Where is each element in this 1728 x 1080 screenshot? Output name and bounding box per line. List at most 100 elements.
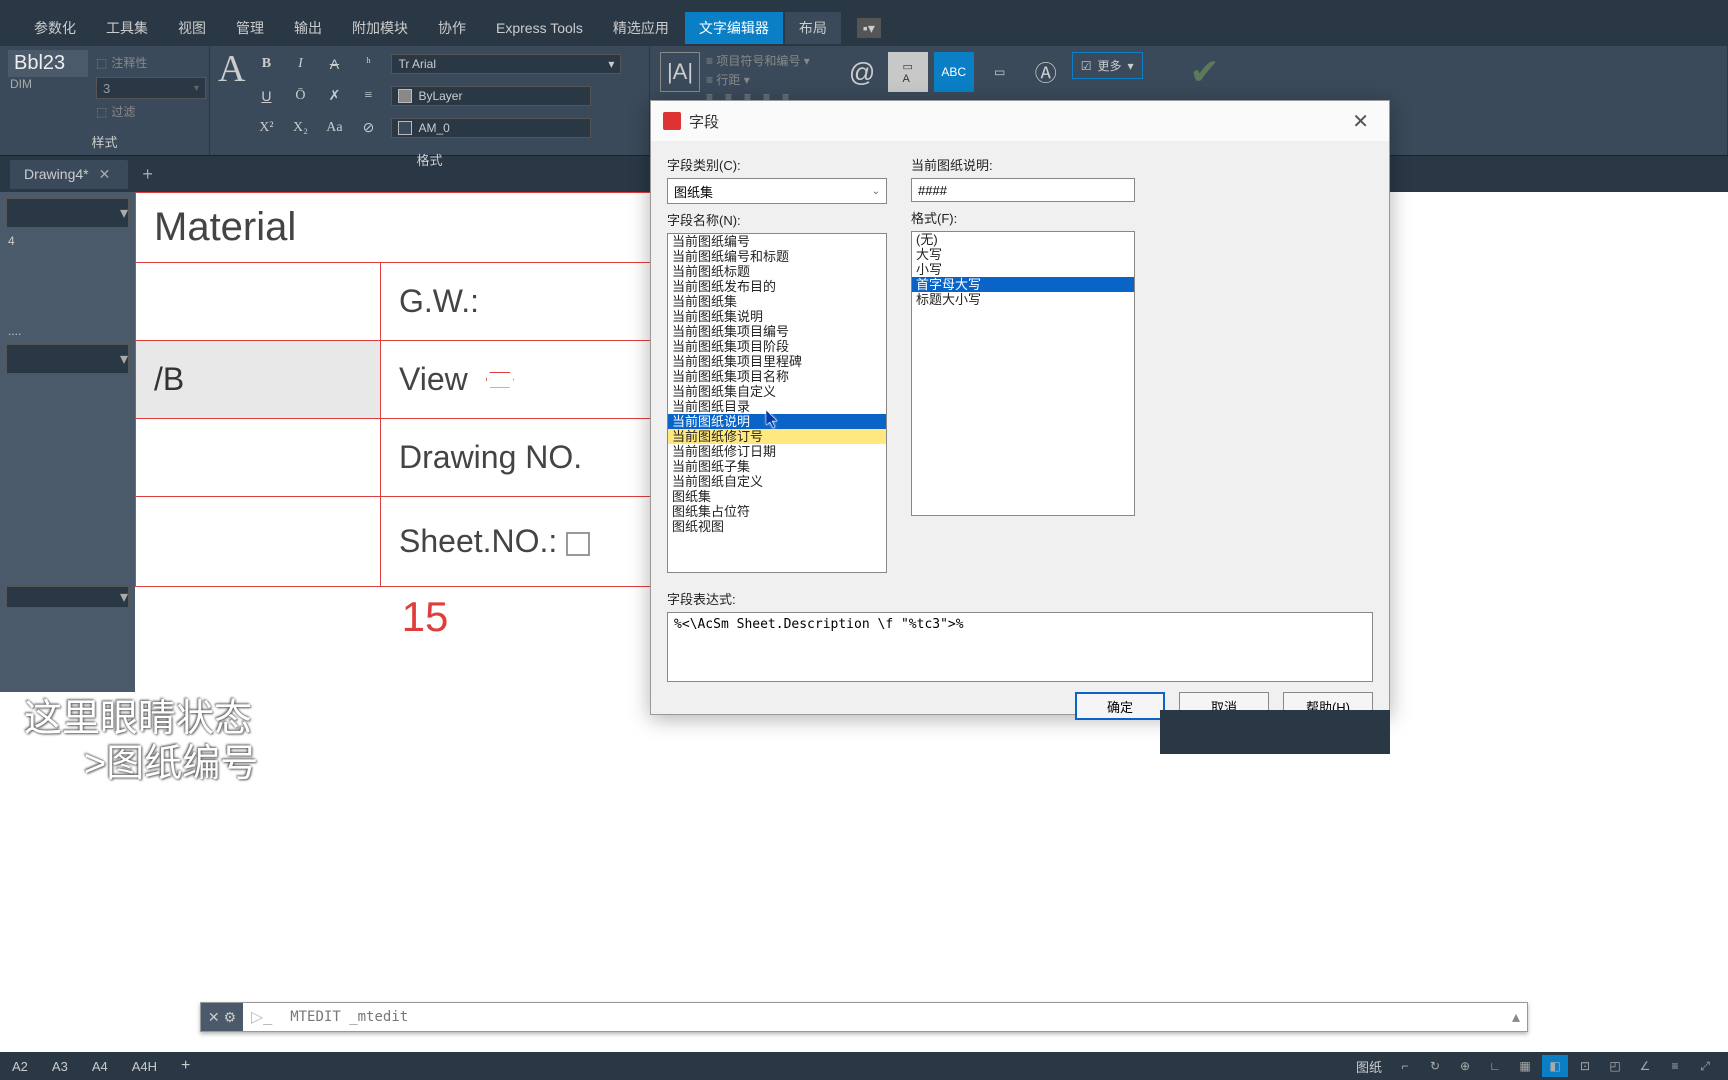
findreplace-icon[interactable]: Ⓐ bbox=[1026, 52, 1066, 92]
list-item[interactable]: 当前图纸集说明 bbox=[668, 309, 886, 324]
more-button[interactable]: ☑更多▾ bbox=[1072, 52, 1143, 79]
list-item[interactable]: 图纸集占位符 bbox=[668, 504, 886, 519]
close-editor-icon[interactable]: ✔ bbox=[1185, 52, 1225, 92]
ribbon-tab[interactable]: 视图 bbox=[164, 12, 220, 44]
field-icon[interactable]: ▭A bbox=[888, 52, 928, 92]
list-item[interactable]: 当前图纸集自定义 bbox=[668, 384, 886, 399]
field-name-listbox[interactable]: 当前图纸编号当前图纸编号和标题当前图纸标题当前图纸发布目的当前图纸集当前图纸集说… bbox=[667, 233, 887, 573]
status-paper-label[interactable]: 图纸 bbox=[1350, 1057, 1388, 1076]
text-style-name[interactable]: Bbl23 bbox=[8, 50, 88, 77]
cmdline-handle[interactable]: ✕ ⚙ bbox=[201, 1003, 243, 1031]
add-layout-button[interactable]: + bbox=[169, 1053, 202, 1079]
format-listbox[interactable]: (无)大写小写首字母大写标题大小写 bbox=[911, 231, 1135, 516]
symbol-at-icon[interactable]: @ bbox=[842, 52, 882, 92]
status-lineweight-icon[interactable]: ≡ bbox=[1662, 1055, 1688, 1077]
list-item[interactable]: 标题大小写 bbox=[912, 292, 1134, 307]
case-button[interactable]: ʰ bbox=[357, 53, 379, 75]
overline-button[interactable]: Ō bbox=[289, 85, 311, 107]
status-otrack-icon[interactable]: ∠ bbox=[1632, 1055, 1658, 1077]
style-filter[interactable]: ⬚过滤 bbox=[96, 103, 206, 120]
status-ucs-icon[interactable]: ⌐ bbox=[1392, 1055, 1418, 1077]
status-scale-icon[interactable]: ⤢ bbox=[1692, 1055, 1718, 1077]
ribbon-tab[interactable]: 布局 bbox=[785, 12, 841, 44]
cmdline-close-icon[interactable]: ✕ bbox=[208, 1009, 220, 1026]
status-ortho-icon[interactable]: ◧ bbox=[1542, 1055, 1568, 1077]
list-item[interactable]: 大写 bbox=[912, 247, 1134, 262]
new-tab-button[interactable]: + bbox=[128, 164, 167, 185]
layer-select[interactable]: AM_0 bbox=[391, 118, 591, 138]
ok-button[interactable]: 确定 bbox=[1075, 692, 1165, 720]
aa-button[interactable]: Aa bbox=[323, 117, 345, 139]
ribbon-tab[interactable]: 文字编辑器 bbox=[685, 12, 783, 44]
list-item[interactable]: 当前图纸集项目编号 bbox=[668, 324, 886, 339]
layout-tab[interactable]: A2 bbox=[0, 1055, 40, 1078]
justify-icon[interactable]: |A| bbox=[660, 52, 700, 92]
list-item[interactable]: 图纸集 bbox=[668, 489, 886, 504]
status-grid-icon[interactable]: ▦ bbox=[1512, 1055, 1538, 1077]
close-icon[interactable]: ✕ bbox=[99, 166, 111, 183]
spellcheck-icon[interactable]: ABC bbox=[934, 52, 974, 92]
status-polar-icon[interactable]: ⊡ bbox=[1572, 1055, 1598, 1077]
cmdline-history-icon[interactable]: ▴ bbox=[1505, 1007, 1527, 1027]
list-item[interactable]: 首字母大写 bbox=[912, 277, 1134, 292]
command-line[interactable]: ✕ ⚙ ▷_ MTEDIT _mtedit ▴ bbox=[200, 1002, 1528, 1032]
status-dyn-icon[interactable]: ⊕ bbox=[1452, 1055, 1478, 1077]
list-item[interactable]: 当前图纸集项目里程碑 bbox=[668, 354, 886, 369]
list-item[interactable]: 图纸视图 bbox=[668, 519, 886, 534]
list-item[interactable]: 当前图纸编号和标题 bbox=[668, 249, 886, 264]
subscript-button[interactable]: X₂ bbox=[289, 117, 311, 139]
linespace-button[interactable]: ≡ 行距 ▾ bbox=[706, 71, 810, 88]
status-snap-icon[interactable]: ∟ bbox=[1482, 1055, 1508, 1077]
clear2-button[interactable]: ⊘ bbox=[357, 117, 379, 139]
color-select[interactable]: ByLayer bbox=[391, 86, 591, 106]
clear-button[interactable]: ✗ bbox=[323, 85, 345, 107]
stack-button[interactable]: ≡ bbox=[357, 85, 379, 107]
ribbon-overflow-icon[interactable]: ▪▾ bbox=[843, 14, 895, 43]
bold-button[interactable]: B bbox=[255, 53, 277, 75]
ribbon-tab[interactable]: 输出 bbox=[280, 12, 336, 44]
layout-tab[interactable]: A3 bbox=[40, 1055, 80, 1078]
ribbon-tab[interactable]: 精选应用 bbox=[599, 12, 683, 44]
list-item[interactable]: (无) bbox=[912, 232, 1134, 247]
ribbon-tab[interactable]: 工具集 bbox=[92, 12, 162, 44]
list-item[interactable]: 当前图纸修订号 bbox=[668, 429, 886, 444]
list-item[interactable]: 当前图纸修订日期 bbox=[668, 444, 886, 459]
bullets-button[interactable]: ≡ 项目符号和编号 ▾ bbox=[706, 52, 810, 69]
layout-tab[interactable]: A4H bbox=[120, 1055, 169, 1078]
list-item[interactable]: 当前图纸标题 bbox=[668, 264, 886, 279]
list-item[interactable]: 当前图纸集项目阶段 bbox=[668, 339, 886, 354]
list-item[interactable]: 小写 bbox=[912, 262, 1134, 277]
current-desc-input[interactable] bbox=[911, 178, 1135, 202]
main-menubar[interactable] bbox=[0, 0, 1728, 10]
text-height-combo[interactable]: 3▾ bbox=[96, 77, 206, 99]
ribbon-tab[interactable]: 附加模块 bbox=[338, 12, 422, 44]
dictionary-icon[interactable]: ▭ bbox=[980, 52, 1020, 92]
superscript-button[interactable]: X² bbox=[255, 117, 277, 139]
field-category-combo[interactable]: 图纸集⌄ bbox=[667, 178, 887, 204]
list-item[interactable]: 当前图纸子集 bbox=[668, 459, 886, 474]
status-refresh-icon[interactable]: ↻ bbox=[1422, 1055, 1448, 1077]
document-tab[interactable]: Drawing4* ✕ bbox=[10, 160, 128, 189]
sidebar-combo-1[interactable]: ▾ bbox=[6, 198, 129, 228]
sidebar-combo-2[interactable]: ▾ bbox=[6, 344, 129, 374]
italic-button[interactable]: I bbox=[289, 53, 311, 75]
list-item[interactable]: 当前图纸自定义 bbox=[668, 474, 886, 489]
sidebar-combo-3[interactable]: ▾ bbox=[6, 586, 129, 608]
font-select[interactable]: Tr Arial▾ bbox=[391, 54, 621, 74]
layout-tab[interactable]: A4 bbox=[80, 1055, 120, 1078]
list-item[interactable]: 当前图纸编号 bbox=[668, 234, 886, 249]
list-item[interactable]: 当前图纸集 bbox=[668, 294, 886, 309]
ribbon-tab[interactable]: Express Tools bbox=[482, 14, 597, 42]
cmdline-tool-icon[interactable]: ⚙ bbox=[224, 1009, 237, 1026]
list-item[interactable]: 当前图纸集项目名称 bbox=[668, 369, 886, 384]
ribbon-tab[interactable]: 管理 bbox=[222, 12, 278, 44]
status-osnap-icon[interactable]: ◰ bbox=[1602, 1055, 1628, 1077]
field-expr-input[interactable]: %<\AcSm Sheet.Description \f "%tc3">% bbox=[667, 612, 1373, 682]
ribbon-tab[interactable]: 参数化 bbox=[20, 12, 90, 44]
annotative-toggle[interactable]: ⬚注释性 bbox=[96, 54, 206, 71]
dialog-close-icon[interactable]: ✕ bbox=[1344, 105, 1377, 138]
strike-button[interactable]: A bbox=[323, 53, 345, 75]
underline-button[interactable]: U bbox=[255, 85, 277, 107]
list-item[interactable]: 当前图纸发布目的 bbox=[668, 279, 886, 294]
cell-vb[interactable]: /B bbox=[136, 341, 381, 419]
